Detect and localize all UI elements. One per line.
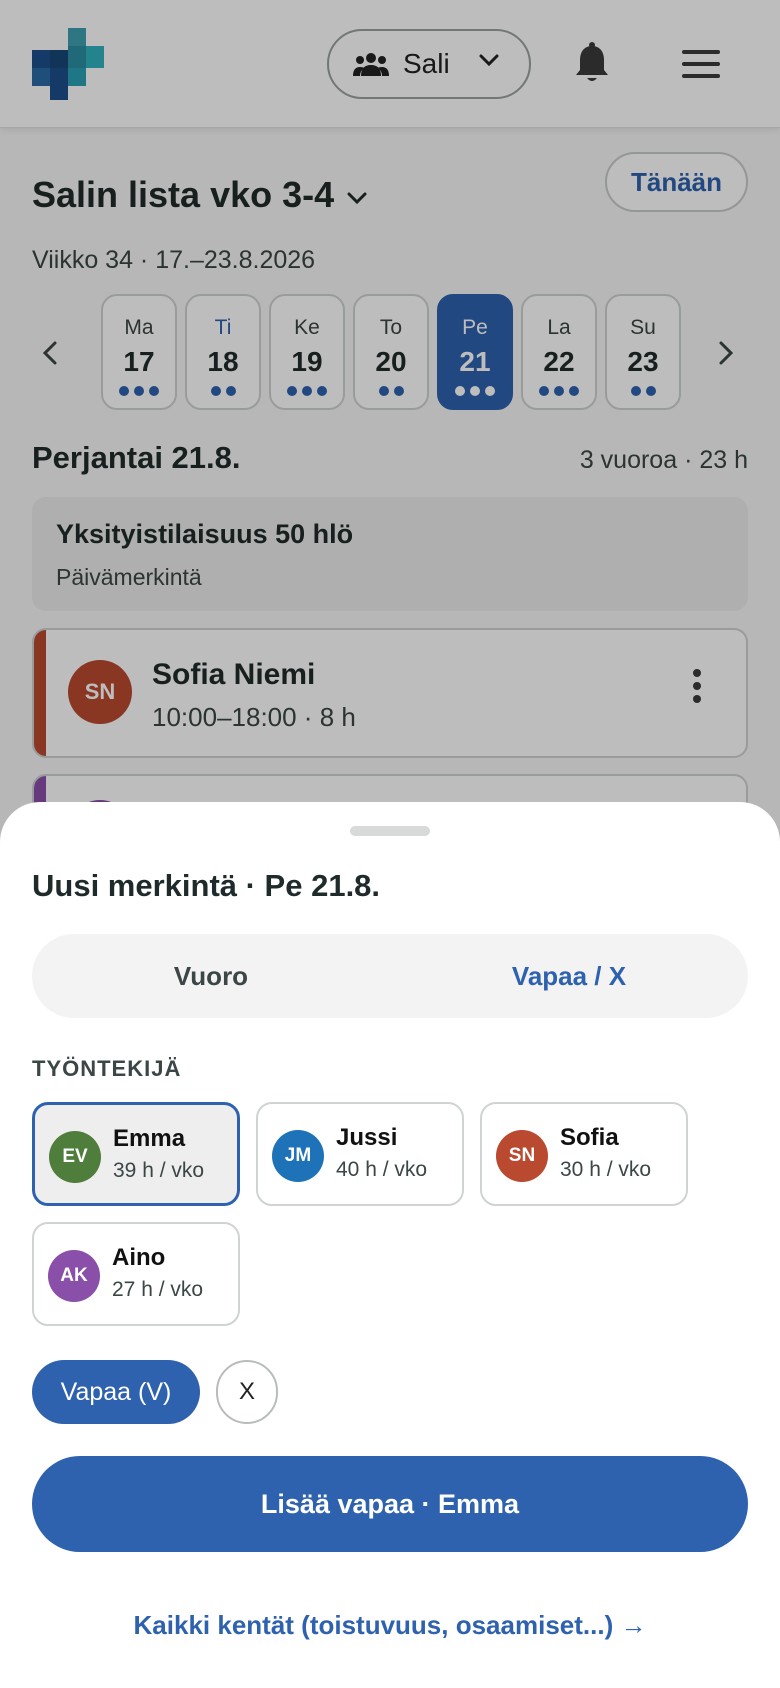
avatar: SN [496, 1130, 548, 1182]
employee-section-label: TYÖNTEKIJÄ [32, 1056, 182, 1081]
tab-vapaa[interactable]: Vapaa / X [390, 934, 748, 1018]
employee-name: Sofia [560, 1124, 619, 1151]
employee-option-aino[interactable]: AK Aino 27 h / vko [32, 1222, 240, 1326]
avatar: AK [48, 1250, 100, 1302]
chip-x[interactable]: X [216, 1360, 278, 1424]
employee-name: Aino [112, 1244, 166, 1271]
employee-option-sofia[interactable]: SN Sofia 30 h / vko [480, 1102, 688, 1206]
employee-hours: 27 h / vko [112, 1278, 204, 1301]
all-fields-link[interactable]: Kaikki kentät (toistuvuus, osaamiset...)… [0, 1610, 780, 1641]
tab-vuoro[interactable]: Vuoro [32, 934, 390, 1018]
employee-hours: 40 h / vko [336, 1158, 428, 1181]
sheet-grabber[interactable] [350, 826, 430, 836]
chip-vapaa[interactable]: Vapaa (V) [32, 1360, 200, 1424]
employee-option-jussi[interactable]: JM Jussi 40 h / vko [256, 1102, 464, 1206]
avatar: EV [49, 1131, 101, 1183]
employee-hours: 39 h / vko [113, 1159, 205, 1182]
employee-name: Jussi [336, 1124, 398, 1151]
employee-hours: 30 h / vko [560, 1158, 652, 1181]
entry-type-tabs: Vuoro Vapaa / X [32, 934, 748, 1018]
avatar: JM [272, 1130, 324, 1182]
employee-name: Emma [113, 1125, 186, 1152]
sheet-title: Uusi merkintä · Pe 21.8. [32, 868, 381, 903]
employee-option-emma[interactable]: EV Emma 39 h / vko [32, 1102, 240, 1206]
add-leave-button[interactable]: Lisää vapaa · Emma [32, 1456, 748, 1552]
new-entry-sheet: Uusi merkintä · Pe 21.8. Vuoro Vapaa / X… [0, 802, 780, 1688]
